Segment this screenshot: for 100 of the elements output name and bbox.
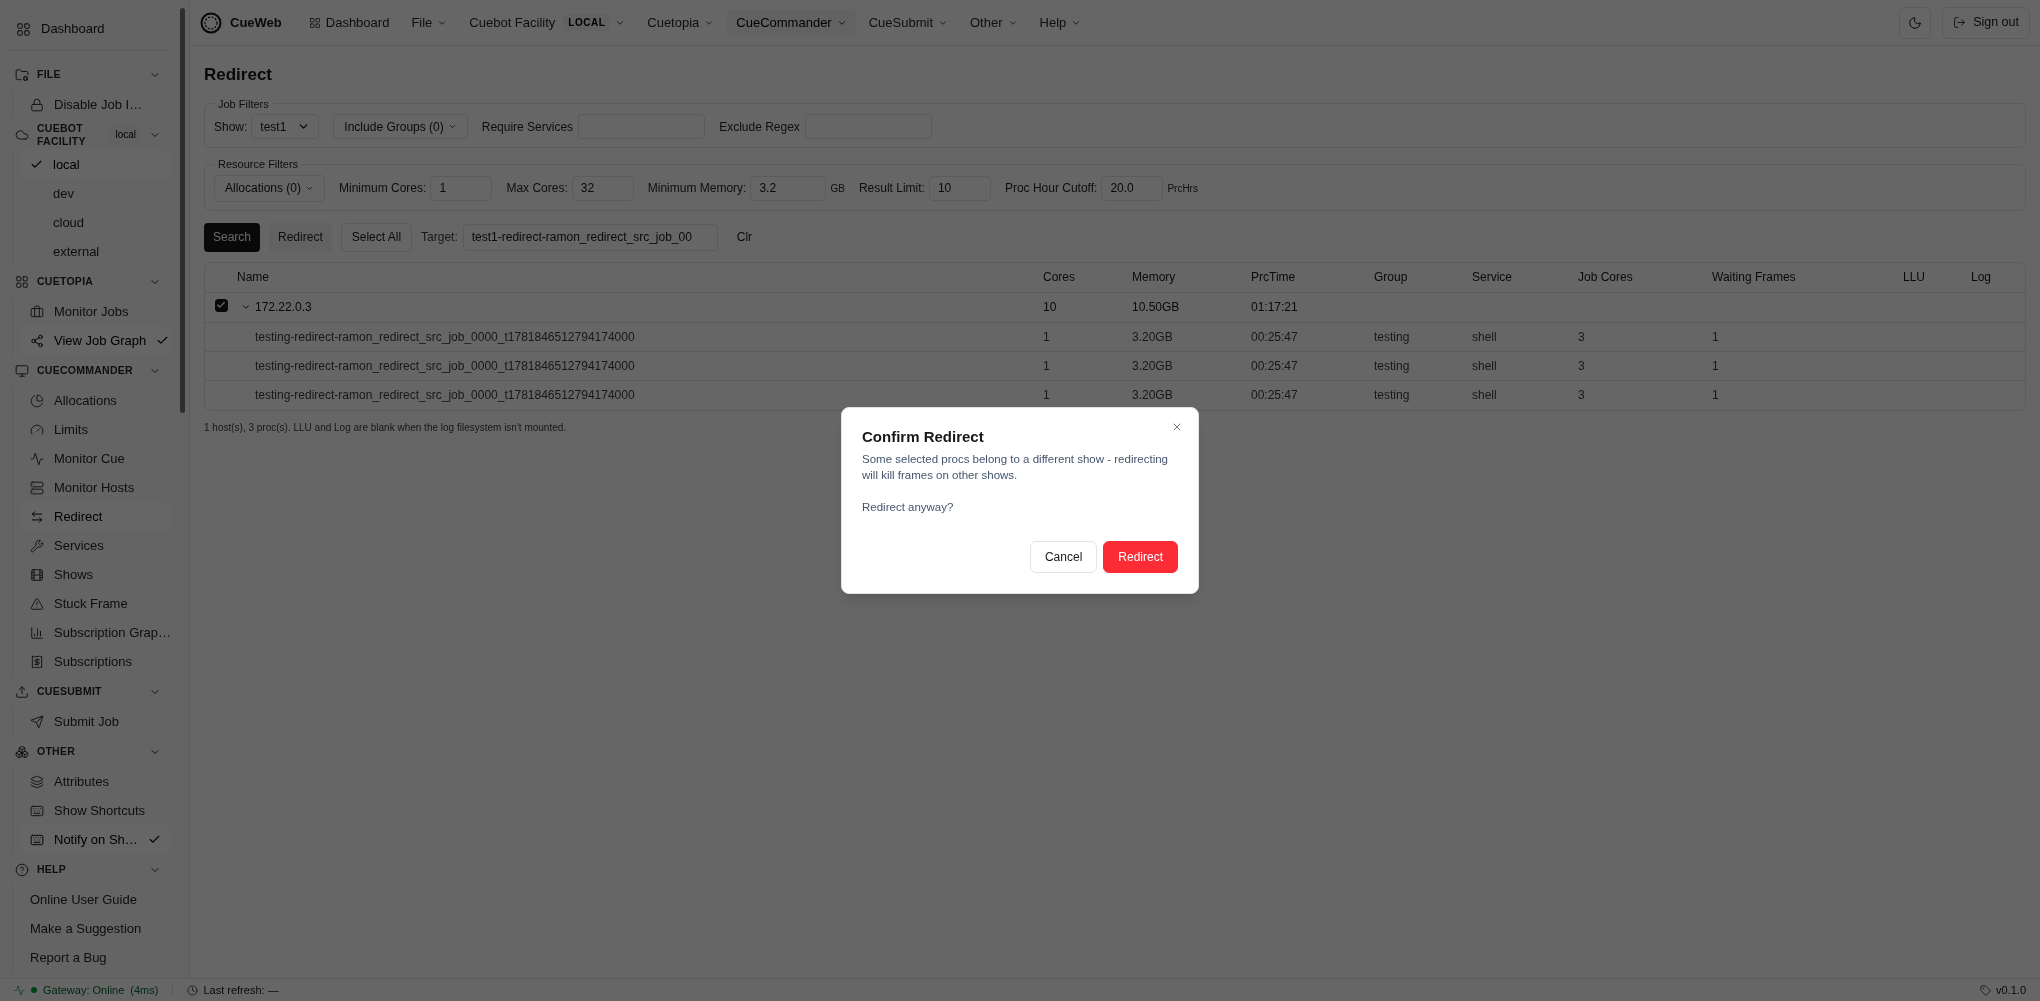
input-field[interactable]: 3.2 xyxy=(750,175,827,201)
sidebar-item-label: Attributes xyxy=(54,772,110,791)
dialog-title: Confirm Redirect xyxy=(862,426,985,447)
sign-out-icon xyxy=(1953,16,1967,29)
sidebar-item[interactable]: Submit Job xyxy=(20,707,170,736)
input-field[interactable]: 32 xyxy=(571,175,634,201)
field-label: Result Limit: xyxy=(858,180,925,197)
sidebar-item[interactable]: Make a Suggestion xyxy=(20,914,170,943)
sidebar-item[interactable]: cloud xyxy=(20,208,170,237)
column-header: Cores xyxy=(1043,269,1076,286)
nav-menu-item[interactable]: CueSubmit xyxy=(859,9,957,36)
sidebar-item[interactable]: Stuck Frame xyxy=(20,589,170,618)
table-cell-text: shell xyxy=(1472,328,1497,346)
nav-menu-item[interactable]: File xyxy=(402,9,457,36)
sidebar-section-header[interactable]: CUESUBMIT xyxy=(6,676,170,707)
include-groups-dropdown[interactable]: Include Groups (0) xyxy=(333,114,468,139)
briefcase-icon xyxy=(30,304,44,319)
sidebar-section-header[interactable]: FILE xyxy=(6,59,170,90)
select-all-button[interactable]: Select All xyxy=(340,222,413,252)
column-header: Name xyxy=(237,269,270,286)
table-cell-text: 00:25:47 xyxy=(1251,357,1298,375)
logo-icon xyxy=(200,11,222,34)
table-cell-text: testing xyxy=(1374,357,1410,375)
search-button[interactable]: Search xyxy=(204,222,261,252)
input-field[interactable]: 20.0 xyxy=(1101,175,1164,201)
table-cell-text: 3.20GB xyxy=(1132,387,1173,404)
sidebar-item[interactable]: Limits xyxy=(20,415,170,444)
theme-toggle-button[interactable] xyxy=(1899,6,1932,39)
sidebar-section-header[interactable]: CUETOPIA xyxy=(6,266,170,297)
sign-out-button[interactable]: Sign out xyxy=(1942,6,2030,39)
sidebar-item[interactable]: Dashboard xyxy=(6,14,170,44)
sidebar-item-label: Services xyxy=(54,536,105,555)
cancel-button[interactable]: Cancel xyxy=(1029,541,1098,574)
sidebar-item[interactable]: Disable Job I… xyxy=(20,90,170,119)
sidebar-item-label: Subscriptions xyxy=(54,652,134,671)
sidebar-item-label: Report a Bug xyxy=(30,948,108,967)
sidebar-item-label: external xyxy=(53,242,101,261)
sidebar-item[interactable]: Shows xyxy=(20,560,170,589)
wrench-icon xyxy=(30,538,44,553)
sidebar-item[interactable]: dev xyxy=(20,179,170,208)
sidebar-item[interactable]: Attributes xyxy=(20,767,170,796)
allocations-dropdown[interactable]: Allocations (0) xyxy=(214,174,326,202)
chevron-icon xyxy=(447,122,457,131)
input-field[interactable]: 10 xyxy=(928,175,991,201)
sidebar-item[interactable]: Show Shortcuts xyxy=(20,796,170,825)
expand-chevron-icon[interactable] xyxy=(241,302,251,312)
sidebar-section-header[interactable]: HELP xyxy=(6,854,170,885)
sidebar-item[interactable]: Online User Guide xyxy=(20,885,170,914)
sidebar-section-header[interactable]: OTHER xyxy=(6,736,170,767)
sidebar-item-label: Show Shortcuts xyxy=(54,801,147,820)
proc-row[interactable]: testing-redirect-ramon_redirect_src_job_0000_t1781846512794174000 1 3.20GB 00:25:47 testing shell 3 1 xyxy=(205,380,2025,410)
nav-menu-item[interactable]: Cuetopia xyxy=(638,9,724,36)
input-field[interactable]: 1 xyxy=(430,175,493,201)
nav-menu-item[interactable]: Help xyxy=(1030,9,1091,36)
sidebar-section-header[interactable]: CUECOMMANDER xyxy=(6,355,170,386)
unit-label: PrcHrs xyxy=(1167,181,1198,196)
keyboard-icon xyxy=(30,803,44,818)
redirect-button[interactable]: Redirect xyxy=(269,222,332,252)
table-cell-text: 10 xyxy=(1043,299,1058,316)
sidebar-item-label: Monitor Hosts xyxy=(54,478,136,497)
field-label: Proc Hour Cutoff: xyxy=(1004,180,1098,197)
nav-menu-item[interactable]: Cuebot Facility LOCAL xyxy=(460,9,635,36)
boxes-icon xyxy=(15,744,29,759)
table-cell-text: 1 xyxy=(1043,328,1050,346)
nav-menu-item[interactable]: Dashboard xyxy=(299,9,399,36)
pie-chart-icon xyxy=(30,393,44,408)
proc-row[interactable]: testing-redirect-ramon_redirect_src_job_0000_t1781846512794174000 1 3.20GB 00:25:47 testing shell 3 1 xyxy=(205,351,2025,381)
sidebar-item[interactable]: Allocations xyxy=(20,386,170,415)
arrows-icon xyxy=(30,509,44,524)
show-select[interactable]: test1 xyxy=(251,114,320,139)
nav-menu-item[interactable]: Other xyxy=(961,9,1027,36)
page-title: Redirect xyxy=(204,64,274,86)
sidebar-item[interactable]: Monitor Cue xyxy=(20,444,170,473)
table-cell-text: 1 xyxy=(1043,357,1050,375)
host-row[interactable]: 172.22.0.3 10 10.50GB 01:17:21 xyxy=(205,292,2025,323)
row-checkbox[interactable] xyxy=(214,298,228,312)
table-cell-text: 01:17:21 xyxy=(1251,299,1299,316)
sidebar-item[interactable]: Monitor Jobs xyxy=(20,297,170,326)
sidebar-item[interactable]: Subscription Grap… xyxy=(20,618,170,647)
sidebar-section-header[interactable]: CUEBOT FACILITY local xyxy=(6,119,170,150)
target-field[interactable]: test1-redirect-ramon_redirect_src_job_00 xyxy=(462,223,718,251)
scrollbar-thumb[interactable] xyxy=(180,8,185,413)
field-label: Max Cores: xyxy=(506,180,568,197)
sidebar-item[interactable]: Subscriptions xyxy=(20,647,170,676)
share-icon xyxy=(30,333,44,348)
table-cell-text: testing-redirect-ramon_redirect_src_job_0000_t1781846512794174000 xyxy=(254,357,635,375)
grid-icon xyxy=(15,274,29,289)
dialog-message: Some selected procs belong to a different show - redirecting will kill frames on other shows. xyxy=(862,452,1169,484)
sidebar-item[interactable]: Services xyxy=(20,531,170,560)
clear-button[interactable]: Clr xyxy=(726,222,763,252)
proc-row[interactable]: testing-redirect-ramon_redirect_src_job_0000_t1781846512794174000 1 3.20GB 00:25:47 testing shell 3 1 xyxy=(205,322,2025,352)
sidebar-item[interactable]: external xyxy=(20,237,170,266)
column-header: Memory xyxy=(1132,269,1177,286)
nav-menu-item[interactable]: CueCommander xyxy=(727,9,856,36)
confirm-button[interactable]: Redirect xyxy=(1103,541,1178,574)
film-icon xyxy=(30,567,44,582)
monitor-icon xyxy=(15,363,29,378)
sidebar-item[interactable]: Report a Bug xyxy=(20,943,170,972)
sidebar-item[interactable]: Monitor Hosts xyxy=(20,473,170,502)
cloud-icon xyxy=(15,127,29,142)
